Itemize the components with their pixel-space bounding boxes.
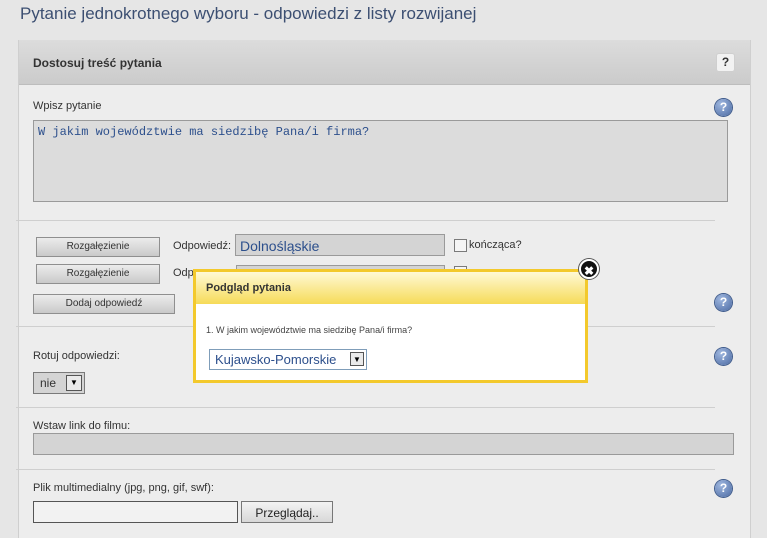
- answer-input-1[interactable]: Dolnośląskie: [235, 234, 445, 256]
- media-file-input[interactable]: [33, 501, 238, 523]
- help-question-icon[interactable]: ?: [715, 99, 732, 116]
- divider: [16, 220, 715, 221]
- answer-label-2: Odp: [173, 267, 194, 279]
- close-icon[interactable]: ✖: [579, 259, 599, 279]
- chevron-down-icon[interactable]: ▼: [350, 352, 364, 366]
- rotate-label: Rotuj odpowiedzi:: [33, 350, 120, 362]
- question-label: Wpisz pytanie: [33, 100, 102, 112]
- browse-button[interactable]: Przeglądaj..: [241, 501, 333, 523]
- question-textarea[interactable]: W jakim województwie ma siedzibę Pana/i …: [33, 120, 728, 202]
- rotate-value: nie: [40, 376, 57, 390]
- modal-selected-value: Kujawsko-Pomorskie: [215, 352, 337, 367]
- media-label: Plik multimedialny (jpg, png, gif, swf):: [33, 482, 214, 494]
- modal-question: 1. W jakim województwie ma siedzibę Pana…: [206, 325, 413, 335]
- preview-modal: Podgląd pytania 1. W jakim województwie …: [193, 269, 588, 383]
- panel-header: Dostosuj treść pytania ?: [19, 40, 750, 85]
- answer-label-1: Odpowiedź:: [173, 240, 232, 252]
- add-answer-button[interactable]: Dodaj odpowiedź: [33, 294, 175, 314]
- page-title: Pytanie jednokrotnego wyboru - odpowiedz…: [20, 4, 477, 23]
- modal-header: Podgląd pytania: [196, 272, 585, 304]
- help-answers-icon[interactable]: ?: [715, 294, 732, 311]
- help-media-icon[interactable]: ?: [715, 480, 732, 497]
- branch-button-2[interactable]: Rozgałęzienie: [36, 264, 160, 284]
- video-label: Wstaw link do filmu:: [33, 420, 131, 432]
- help-icon[interactable]: ?: [716, 53, 735, 72]
- modal-answer-select[interactable]: Kujawsko-Pomorskie ▼: [209, 349, 367, 370]
- ending-label-1: kończąca?: [469, 239, 522, 251]
- video-link-input[interactable]: [33, 433, 734, 455]
- divider: [16, 407, 715, 408]
- rotate-select[interactable]: nie ▼: [33, 372, 85, 394]
- modal-title: Podgląd pytania: [206, 282, 291, 294]
- divider: [16, 469, 715, 470]
- panel-title: Dostosuj treść pytania: [33, 56, 162, 70]
- ending-checkbox-1[interactable]: [454, 239, 467, 252]
- chevron-down-icon[interactable]: ▼: [66, 375, 82, 391]
- help-rotate-icon[interactable]: ?: [715, 348, 732, 365]
- branch-button-1[interactable]: Rozgałęzienie: [36, 237, 160, 257]
